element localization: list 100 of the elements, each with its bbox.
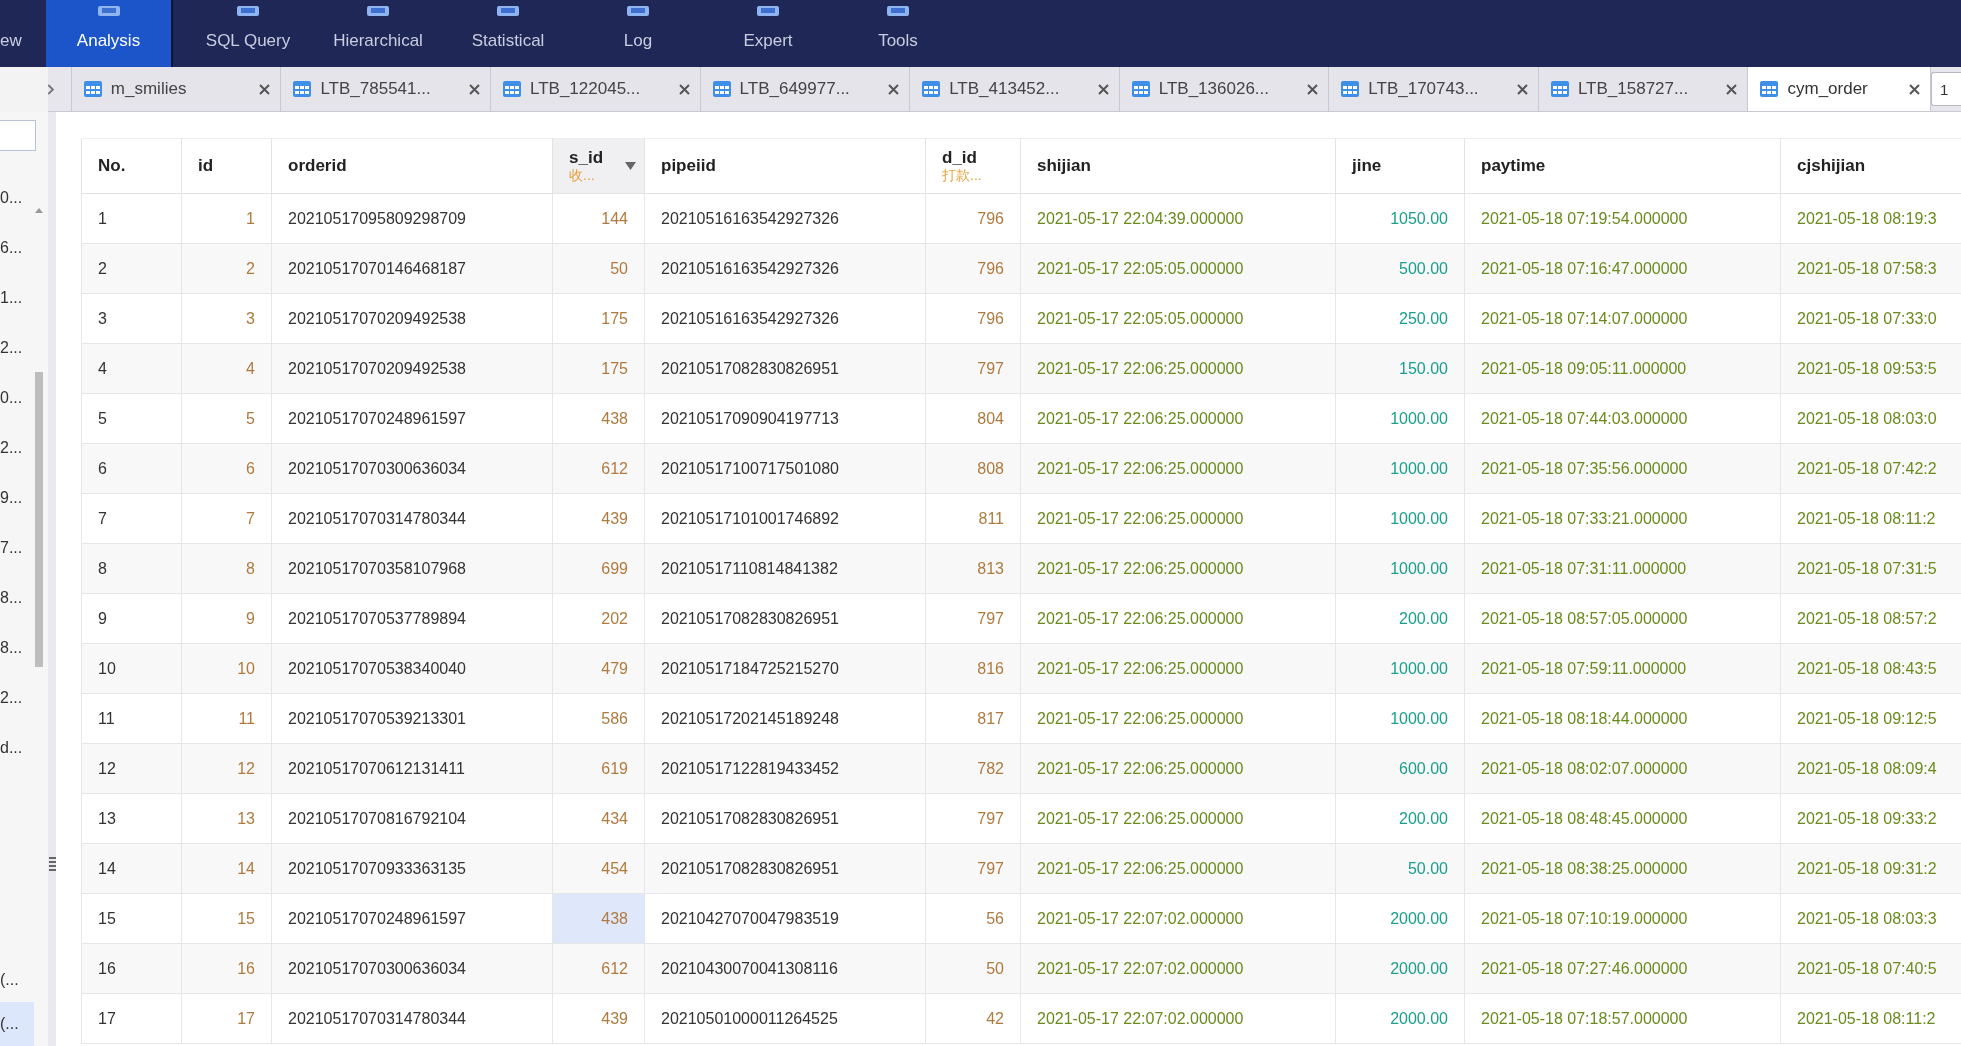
table-cell[interactable]: 7 — [81, 493, 182, 544]
table-cell[interactable]: 2021-05-18 07:14:07.000000 — [1464, 293, 1781, 344]
table-cell[interactable]: 817 — [925, 693, 1021, 744]
header-cell[interactable]: id — [181, 138, 272, 194]
sidebar-item[interactable]: 2... — [0, 423, 34, 473]
table-cell[interactable]: 20210517184725215270 — [644, 643, 926, 694]
table-cell[interactable]: 2021-05-18 08:18:44.000000 — [1464, 693, 1781, 744]
table-cell[interactable]: 16 — [181, 943, 272, 994]
table-cell[interactable]: 2021-05-18 07:10:19.000000 — [1464, 893, 1781, 944]
table-cell[interactable]: 20210517095809298709 — [271, 193, 553, 244]
table-cell[interactable]: 20210517070300636034 — [271, 443, 553, 494]
column-header[interactable]: paytime — [1481, 156, 1546, 176]
table-cell[interactable]: 17 — [81, 993, 182, 1044]
table-cell[interactable]: 2021-05-17 22:06:25.000000 — [1020, 443, 1336, 494]
table-cell[interactable]: 14 — [181, 843, 272, 894]
table-cell[interactable]: 9 — [81, 593, 182, 644]
table-cell[interactable]: 20210517070816792104 — [271, 793, 553, 844]
header-cell[interactable]: jine — [1335, 138, 1465, 194]
table-cell[interactable]: 2021-05-18 07:59:11.000000 — [1464, 643, 1781, 694]
table-cell[interactable]: 2021-05-17 22:06:25.000000 — [1020, 843, 1336, 894]
table-cell[interactable]: 8 — [81, 543, 182, 594]
table-cell[interactable]: 2021-05-18 08:43:5 — [1780, 643, 1961, 694]
sidebar-item[interactable]: 8... — [0, 573, 34, 623]
table-cell[interactable]: 12 — [81, 743, 182, 794]
table-cell[interactable]: 2000.00 — [1335, 893, 1465, 944]
table-cell[interactable]: 2021-05-18 09:05:11.000000 — [1464, 343, 1781, 394]
search-field[interactable] — [0, 120, 36, 151]
table-cell[interactable]: 3 — [181, 293, 272, 344]
column-header[interactable]: s_id — [569, 148, 604, 168]
toolbar-button[interactable]: Log — [573, 0, 703, 67]
table-cell[interactable]: 144 — [552, 193, 645, 244]
table-cell[interactable]: 2021-05-18 07:42:2 — [1780, 443, 1961, 494]
table-cell[interactable]: 8 — [181, 543, 272, 594]
table-cell[interactable]: 11 — [81, 693, 182, 744]
filter-caret-icon[interactable] — [625, 162, 636, 170]
table-cell[interactable]: 439 — [552, 493, 645, 544]
toolbar-button[interactable]: SQL Query — [183, 0, 313, 67]
table-cell[interactable]: 13 — [81, 793, 182, 844]
table-cell[interactable]: 15 — [181, 893, 272, 944]
table-cell[interactable]: 20210517101001746892 — [644, 493, 926, 544]
table-cell[interactable]: 6 — [81, 443, 182, 494]
table-cell[interactable]: 434 — [552, 793, 645, 844]
table-cell[interactable]: 20210427070047983519 — [644, 893, 926, 944]
table-cell[interactable]: 42 — [925, 993, 1021, 1044]
table-cell[interactable]: 14 — [81, 843, 182, 894]
table-cell[interactable]: 20210516163542927326 — [644, 243, 926, 294]
table-cell[interactable]: 13 — [181, 793, 272, 844]
table-cell[interactable]: 2021-05-17 22:06:25.000000 — [1020, 793, 1336, 844]
table-cell[interactable]: 20210516163542927326 — [644, 293, 926, 344]
table-cell[interactable]: 1050.00 — [1335, 193, 1465, 244]
table-cell[interactable]: 2021-05-18 09:31:2 — [1780, 843, 1961, 894]
header-cell[interactable]: orderid — [271, 138, 553, 194]
table-cell[interactable]: 2021-05-18 07:58:3 — [1780, 243, 1961, 294]
table-cell[interactable]: 2021-05-17 22:06:25.000000 — [1020, 543, 1336, 594]
table-cell[interactable]: 5 — [81, 393, 182, 444]
table-cell[interactable]: 2021-05-17 22:06:25.000000 — [1020, 493, 1336, 544]
table-cell[interactable]: 796 — [925, 243, 1021, 294]
sidebar-item[interactable]: 2... — [0, 323, 34, 373]
column-header[interactable]: No. — [98, 156, 126, 176]
table-cell[interactable]: 1000.00 — [1335, 493, 1465, 544]
table-cell[interactable]: 6 — [181, 443, 272, 494]
sidebar-item[interactable]: d... — [0, 723, 34, 773]
table-cell[interactable]: 20210517070612131411 — [271, 743, 553, 794]
table-cell[interactable]: 50.00 — [1335, 843, 1465, 894]
header-cell[interactable]: cjshijian — [1780, 138, 1961, 194]
table-cell[interactable]: 200.00 — [1335, 593, 1465, 644]
table-cell[interactable]: 20210517082830826951 — [644, 593, 926, 644]
table-cell[interactable]: 11 — [181, 693, 272, 744]
table-cell[interactable]: 2 — [181, 243, 272, 294]
table-cell[interactable]: 2000.00 — [1335, 943, 1465, 994]
table-cell[interactable]: 2021-05-18 08:09:4 — [1780, 743, 1961, 794]
table-cell[interactable]: 2021-05-17 22:06:25.000000 — [1020, 393, 1336, 444]
table-cell[interactable]: 3 — [81, 293, 182, 344]
table-cell[interactable]: 9 — [181, 593, 272, 644]
table-cell[interactable]: 20210517090904197713 — [644, 393, 926, 444]
table-cell[interactable]: 56 — [925, 893, 1021, 944]
header-cell[interactable]: No. — [81, 138, 182, 194]
table-cell[interactable]: 20210517070248961597 — [271, 893, 553, 944]
table-cell[interactable]: 20210517070537789894 — [271, 593, 553, 644]
table-cell[interactable]: 2021-05-17 22:06:25.000000 — [1020, 693, 1336, 744]
table-cell[interactable]: 2021-05-17 22:07:02.000000 — [1020, 993, 1336, 1044]
table-cell[interactable]: 20210517070300636034 — [271, 943, 553, 994]
header-cell[interactable]: shijian — [1020, 138, 1336, 194]
table-cell[interactable]: 250.00 — [1335, 293, 1465, 344]
table-cell[interactable]: 20210516163542927326 — [644, 193, 926, 244]
table-cell[interactable]: 796 — [925, 193, 1021, 244]
table-cell[interactable]: 20210517070933363135 — [271, 843, 553, 894]
table-cell[interactable]: 612 — [552, 443, 645, 494]
table-cell[interactable]: 175 — [552, 293, 645, 344]
table-cell[interactable]: 797 — [925, 343, 1021, 394]
table-cell[interactable]: 2021-05-17 22:04:39.000000 — [1020, 193, 1336, 244]
table-cell[interactable]: 2021-05-18 07:18:57.000000 — [1464, 993, 1781, 1044]
table-cell[interactable]: 20210517122819433452 — [644, 743, 926, 794]
table-cell[interactable]: 2021-05-17 22:06:25.000000 — [1020, 643, 1336, 694]
table-cell[interactable]: 1000.00 — [1335, 643, 1465, 694]
table-cell[interactable]: 15 — [81, 893, 182, 944]
table-cell[interactable]: 619 — [552, 743, 645, 794]
column-header[interactable]: cjshijian — [1797, 156, 1866, 176]
table-cell[interactable]: 2021-05-18 07:16:47.000000 — [1464, 243, 1781, 294]
table-cell[interactable]: 600.00 — [1335, 743, 1465, 794]
